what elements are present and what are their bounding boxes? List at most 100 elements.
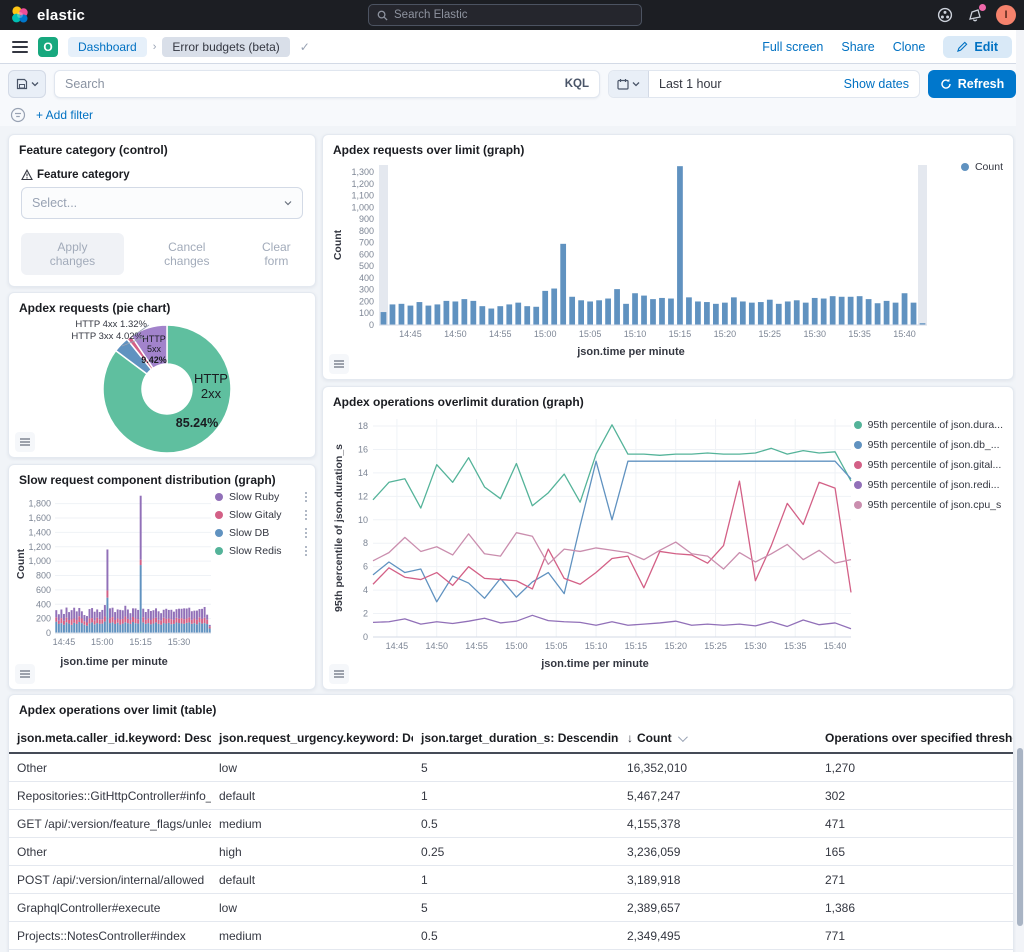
svg-text:15:15: 15:15	[669, 329, 692, 339]
svg-text:2: 2	[363, 609, 368, 619]
clear-form-button[interactable]: Clear form	[250, 240, 303, 268]
sort-descending-icon: ↓	[627, 731, 633, 745]
table-cell: 1,270	[817, 753, 1013, 782]
full-screen-link[interactable]: Full screen	[762, 40, 823, 54]
kql-search-input[interactable]: Search KQL	[54, 70, 600, 98]
save-icon	[16, 78, 28, 90]
legend-menu-icon[interactable]	[305, 510, 308, 521]
legend-menu-icon[interactable]	[305, 528, 308, 539]
legend-list-icon[interactable]	[15, 432, 35, 452]
page-scrollbar[interactable]	[1016, 30, 1024, 952]
legend-list-icon[interactable]	[329, 354, 349, 374]
table-column-header[interactable]: json.target_duration_s: Descending	[413, 723, 619, 753]
date-quick-menu-button[interactable]	[609, 71, 649, 97]
svg-text:15:10: 15:10	[585, 641, 608, 651]
refresh-button[interactable]: Refresh	[928, 70, 1016, 98]
table-cell: default	[211, 866, 413, 894]
chart-legend[interactable]: 95th percentile of json.dura... 95th perc…	[854, 419, 1003, 511]
scrollbar-thumb[interactable]	[1017, 748, 1023, 926]
svg-text:14:45: 14:45	[53, 637, 76, 647]
table-row[interactable]: GraphqlController#executelow52,389,6571,…	[9, 894, 1013, 922]
saved-query-menu-button[interactable]	[8, 70, 46, 98]
legend-menu-icon[interactable]	[305, 492, 308, 503]
clone-link[interactable]: Clone	[893, 40, 926, 54]
apdex-requests-pie-chart[interactable]: HTTP2xx85.24%HTTP5xx9.42%HTTP 4xx 1.32%H…	[17, 317, 309, 457]
chart-legend[interactable]: Slow Ruby Slow Gitaly Slow DB Slow Redis	[215, 491, 307, 557]
table-row[interactable]: Projects::NotesController#indexmedium0.5…	[9, 922, 1013, 950]
svg-text:1,600: 1,600	[28, 513, 51, 523]
user-avatar[interactable]: I	[996, 5, 1016, 25]
table-row[interactable]: GET /api/:version/feature_flags/unleash.…	[9, 810, 1013, 838]
table-column-header[interactable]: json.request_urgency.keyword: Des...	[211, 723, 413, 753]
svg-text:Count: Count	[332, 229, 344, 260]
add-filter-link[interactable]: + Add filter	[36, 108, 93, 122]
breadcrumb-dashboard[interactable]: Dashboard	[68, 37, 147, 57]
legend-color-dot	[961, 163, 969, 171]
legend-label: 95th percentile of json.db_...	[868, 439, 1000, 451]
table-column-header[interactable]: Operations over specified threshold...	[817, 723, 1013, 753]
control-field-label: Feature category	[37, 169, 130, 181]
apdex-duration-line-chart[interactable]: 02468101214161814:4514:5014:5515:0015:05…	[331, 411, 859, 653]
apdex-requests-bar-chart[interactable]: 01002003004005006007008009001,0001,1001,…	[331, 159, 931, 341]
svg-text:0: 0	[369, 320, 374, 330]
svg-text:95th percentile of json.durati: 95th percentile of json.duration_s	[333, 444, 345, 612]
legend-item[interactable]: 95th percentile of json.dura...	[854, 419, 1003, 431]
table-cell: Other	[9, 838, 211, 866]
legend-list-icon[interactable]	[329, 664, 349, 684]
date-range-value[interactable]: Last 1 hour	[649, 71, 834, 97]
legend-item[interactable]: Slow Ruby	[215, 491, 307, 503]
table-cell: 471	[817, 810, 1013, 838]
table-row[interactable]: Otherhigh0.253,236,059165	[9, 838, 1013, 866]
legend-label: Slow Redis	[229, 545, 282, 557]
feature-category-select[interactable]: Select...	[21, 187, 303, 219]
elastic-logo[interactable]: elastic	[10, 5, 85, 25]
svg-text:HTTP: HTTP	[142, 334, 166, 344]
legend-item[interactable]: Slow Gitaly	[215, 509, 307, 521]
table-cell: Projects::NotesController#index	[9, 922, 211, 950]
dashboard-grid: Feature category (control) Feature categ…	[0, 126, 1024, 952]
deployment-icon[interactable]	[936, 6, 954, 24]
svg-text:1,800: 1,800	[28, 499, 51, 509]
menu-hamburger-icon[interactable]	[12, 41, 28, 53]
share-link[interactable]: Share	[841, 40, 874, 54]
edit-button[interactable]: Edit	[943, 36, 1012, 58]
panel-apdex-requests-pie: Apdex requests (pie chart) HTTP2xx85.24%…	[8, 292, 316, 458]
cancel-changes-button[interactable]: Cancel changes	[146, 240, 228, 268]
legend-item[interactable]: 95th percentile of json.cpu_s	[854, 499, 1003, 511]
table-column-header[interactable]: ↓Count	[619, 723, 817, 753]
table-cell: GraphqlController#execute	[9, 894, 211, 922]
kql-toggle[interactable]: KQL	[565, 78, 589, 90]
table-cell: 2,389,657	[619, 894, 817, 922]
apply-changes-button[interactable]: Apply changes	[21, 233, 124, 275]
legend-item[interactable]: 95th percentile of json.gital...	[854, 459, 1003, 471]
table-row[interactable]: Repositories::GitHttpController#info_ref…	[9, 782, 1013, 810]
slow-request-stacked-chart[interactable]: 02004006008001,0001,2001,4001,6001,80014…	[15, 489, 213, 649]
svg-text:900: 900	[359, 214, 374, 224]
legend-item[interactable]: Slow Redis	[215, 545, 307, 557]
legend-item[interactable]: 95th percentile of json.redi...	[854, 479, 1003, 491]
legend-list-icon[interactable]	[15, 664, 35, 684]
legend-item[interactable]: Count	[961, 161, 1003, 173]
table-row[interactable]: POST /api/:version/internal/alloweddefau…	[9, 866, 1013, 894]
legend-color-dot	[215, 547, 223, 555]
svg-text:8: 8	[363, 538, 368, 548]
legend-menu-icon[interactable]	[305, 546, 308, 557]
breadcrumb-current: Error budgets (beta)	[162, 37, 289, 57]
news-bell-icon[interactable]	[966, 6, 984, 24]
chart-legend[interactable]: Count	[961, 161, 1003, 173]
table-cell: Other	[9, 753, 211, 782]
space-avatar[interactable]: O	[38, 37, 58, 57]
table-column-header[interactable]: json.meta.caller_id.keyword: Desce...	[9, 723, 211, 753]
legend-color-dot	[854, 501, 862, 509]
legend-label: 95th percentile of json.redi...	[868, 479, 1000, 491]
chevron-down-icon	[678, 732, 688, 742]
svg-text:18: 18	[358, 421, 368, 431]
pencil-icon	[957, 41, 968, 52]
legend-item[interactable]: 95th percentile of json.db_...	[854, 439, 1003, 451]
global-search-input[interactable]: Search Elastic	[368, 4, 642, 26]
table-cell: 771	[817, 922, 1013, 950]
table-row[interactable]: Otherlow516,352,0101,270	[9, 753, 1013, 782]
filter-icon[interactable]	[10, 107, 26, 123]
legend-item[interactable]: Slow DB	[215, 527, 307, 539]
show-dates-link[interactable]: Show dates	[834, 71, 919, 97]
